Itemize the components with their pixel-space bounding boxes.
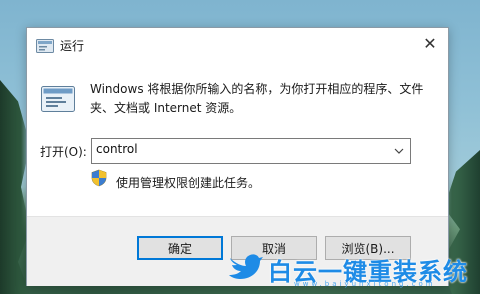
chevron-down-icon[interactable] bbox=[390, 141, 408, 161]
open-combobox[interactable]: control bbox=[91, 138, 411, 164]
ok-button[interactable]: 确定 bbox=[137, 236, 223, 260]
title-bar[interactable]: 运行 ✕ bbox=[27, 28, 448, 62]
bird-logo-icon bbox=[228, 252, 264, 286]
watermark-url: www.baiyunxitong.com bbox=[294, 280, 436, 288]
close-icon: ✕ bbox=[423, 33, 437, 53]
window-title: 运行 bbox=[60, 39, 85, 53]
uac-shield-icon bbox=[91, 169, 107, 191]
run-program-icon bbox=[41, 86, 75, 116]
open-input[interactable]: control bbox=[96, 142, 138, 156]
close-button[interactable]: ✕ bbox=[412, 28, 448, 58]
admin-privilege-note: 使用管理权限创建此任务。 bbox=[116, 176, 261, 190]
run-dialog: 运行 ✕ Windows 将根据你所输入的名称，为你打开相应的程序、文件夹、文档… bbox=[26, 27, 449, 286]
run-app-icon bbox=[36, 38, 54, 57]
watermark: 白云一键重装系统 www.baiyunxitong.com bbox=[228, 250, 478, 290]
dialog-description: Windows 将根据你所输入的名称，为你打开相应的程序、文件夹、文档或 Int… bbox=[90, 82, 424, 115]
open-field-label: 打开(O): bbox=[40, 145, 87, 159]
